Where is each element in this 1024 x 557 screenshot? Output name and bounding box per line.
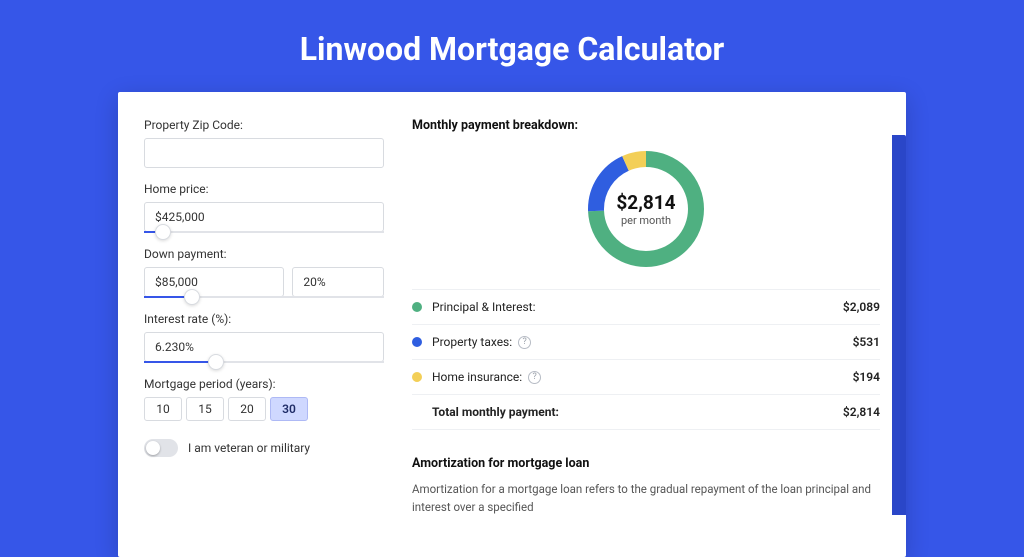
panel-shadow: [892, 135, 906, 515]
term-option-10[interactable]: 10: [144, 397, 182, 421]
veteran-toggle[interactable]: [144, 439, 178, 457]
donut-permonth: per month: [621, 214, 671, 227]
price-label: Home price:: [144, 182, 384, 196]
veteran-row: I am veteran or military: [144, 439, 384, 457]
legend-label: Home insurance:?: [432, 370, 853, 384]
zip-field: Property Zip Code:: [144, 118, 384, 168]
legend-total-value: $2,814: [843, 405, 880, 419]
legend-label-text: Home insurance:: [432, 370, 522, 384]
rate-slider-knob[interactable]: [208, 354, 224, 370]
legend-dot: [412, 302, 422, 312]
term-option-30[interactable]: 30: [270, 397, 308, 421]
veteran-label: I am veteran or military: [188, 441, 310, 455]
calculator-panel: Property Zip Code: Home price: Down paym…: [118, 92, 906, 557]
page-title: Linwood Mortgage Calculator: [0, 0, 1024, 92]
legend-row-1: Property taxes:?$531: [412, 325, 880, 360]
price-field: Home price:: [144, 182, 384, 233]
legend-total-label: Total monthly payment:: [432, 405, 843, 419]
legend-value: $194: [853, 370, 880, 384]
price-slider[interactable]: [144, 231, 384, 233]
legend-label-text: Property taxes:: [432, 335, 512, 349]
donut-chart-wrap: $2,814 per month: [412, 149, 880, 269]
legend-dot: [412, 372, 422, 382]
down-slider-knob[interactable]: [184, 289, 200, 305]
donut-chart: $2,814 per month: [586, 149, 706, 269]
breakdown-column: Monthly payment breakdown: $2,814 per mo…: [412, 118, 880, 517]
donut-amount: $2,814: [616, 191, 675, 214]
price-slider-knob[interactable]: [155, 224, 171, 240]
info-icon[interactable]: ?: [528, 371, 541, 384]
amortization-title: Amortization for mortgage loan: [412, 456, 880, 471]
legend-label: Principal & Interest:: [432, 300, 843, 314]
donut-center: $2,814 per month: [586, 149, 706, 269]
down-label: Down payment:: [144, 247, 384, 261]
legend-value: $2,089: [843, 300, 880, 314]
legend-label: Property taxes:?: [432, 335, 853, 349]
amortization-body: Amortization for a mortgage loan refers …: [412, 481, 880, 517]
legend-row-total: Total monthly payment:$2,814: [412, 395, 880, 430]
down-field: Down payment:: [144, 247, 384, 298]
legend-dot: [412, 337, 422, 347]
form-column: Property Zip Code: Home price: Down paym…: [144, 118, 384, 517]
rate-slider[interactable]: [144, 361, 384, 363]
price-input[interactable]: [144, 202, 384, 232]
zip-input[interactable]: [144, 138, 384, 168]
down-pct-input[interactable]: [292, 267, 384, 297]
legend-label-text: Principal & Interest:: [432, 300, 536, 314]
term-field: Mortgage period (years): 10152030: [144, 377, 384, 421]
breakdown-title: Monthly payment breakdown:: [412, 118, 880, 133]
down-amount-input[interactable]: [144, 267, 284, 297]
rate-field: Interest rate (%):: [144, 312, 384, 363]
legend: Principal & Interest: $2,089 Property taxe…: [412, 289, 880, 430]
term-label: Mortgage period (years):: [144, 377, 384, 391]
down-slider[interactable]: [144, 296, 384, 298]
term-options: 10152030: [144, 397, 384, 421]
rate-label: Interest rate (%):: [144, 312, 384, 326]
info-icon[interactable]: ?: [518, 336, 531, 349]
legend-row-0: Principal & Interest: $2,089: [412, 290, 880, 325]
rate-input[interactable]: [144, 332, 384, 362]
legend-row-2: Home insurance:?$194: [412, 360, 880, 395]
rate-slider-fill: [144, 361, 216, 363]
term-option-20[interactable]: 20: [228, 397, 266, 421]
legend-value: $531: [853, 335, 880, 349]
term-option-15[interactable]: 15: [186, 397, 224, 421]
zip-label: Property Zip Code:: [144, 118, 384, 132]
